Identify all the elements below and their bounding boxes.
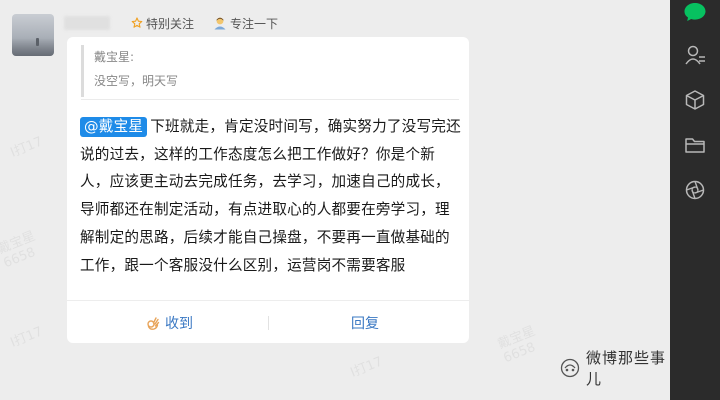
focus-person-icon (213, 16, 227, 30)
right-sidebar (670, 0, 720, 400)
received-label: 收到 (165, 316, 193, 332)
special-follow-label: 特别关注 (146, 16, 195, 31)
message-body: @戴宝星 下班就走，肯定没时间写，确实努力了没写完还说的过去，这样的工作态度怎么把… (80, 113, 464, 279)
message-text: 下班就走，肯定没时间写，确实努力了没写完还说的过去，这样的工作态度怎么把工作做好… (80, 118, 461, 274)
sender-name (64, 16, 110, 30)
quote-author: 戴宝星: (94, 50, 135, 64)
quoted-message[interactable]: 戴宝星: 没空写，明天写 (81, 45, 459, 97)
divider (67, 300, 469, 301)
brand-text: 微博那些事儿 (586, 349, 667, 388)
focus-tag[interactable]: 专注一下 (213, 14, 278, 32)
reply-button[interactable]: 回复 (351, 309, 379, 337)
mention-chip[interactable]: @戴宝星 (80, 117, 148, 137)
wechat-official-account-icon (560, 358, 580, 378)
contacts-icon[interactable] (683, 43, 707, 67)
message-card: 戴宝星: 没空写，明天写 @戴宝星 下班就走，肯定没时间写，确实努力了没写完还说的… (67, 37, 469, 343)
brand-watermark: 微博那些事儿 (560, 349, 670, 388)
received-button[interactable]: 收到 (145, 309, 193, 337)
action-separator (268, 316, 269, 330)
special-follow-tag[interactable]: 特别关注 (131, 14, 194, 32)
aperture-icon[interactable] (683, 178, 707, 202)
watermark-text: 戴宝星6658 (495, 323, 538, 367)
divider (81, 99, 459, 100)
watermark-text: I打17 (8, 134, 45, 161)
ok-hand-icon (145, 315, 161, 331)
watermark-text: I打17 (348, 354, 385, 381)
star-icon (131, 17, 143, 29)
reply-label: 回复 (351, 316, 379, 332)
watermark-text: I打17 (8, 324, 45, 351)
watermark-text: 戴宝星6658 (0, 228, 38, 272)
cube-icon[interactable] (683, 88, 707, 112)
folder-icon[interactable] (683, 133, 707, 157)
focus-label: 专注一下 (230, 16, 279, 31)
chat-area: I打17 I打17 戴宝星6658 戴宝星6658 I打17 I打17 戴宝星6… (0, 0, 670, 400)
quote-text: 没空写，明天写 (94, 74, 179, 88)
chat-bubble-icon[interactable] (683, 0, 707, 24)
avatar[interactable] (12, 14, 54, 56)
